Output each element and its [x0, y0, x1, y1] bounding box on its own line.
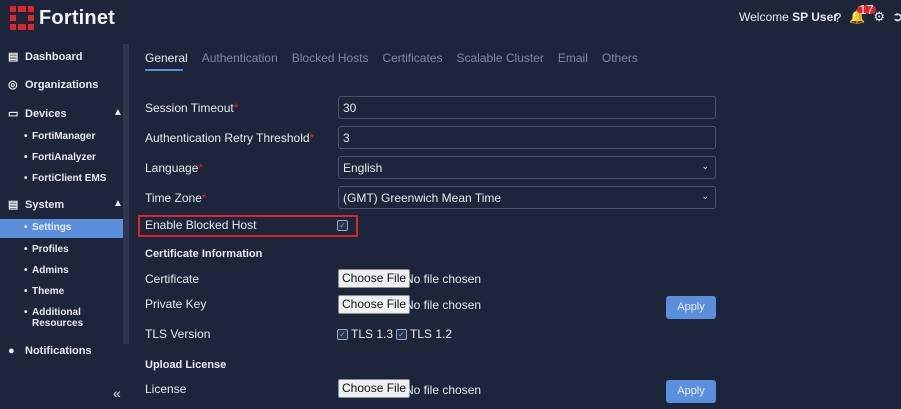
welcome-prefix: Welcome: [739, 10, 789, 24]
devices-chevron-up-icon[interactable]: ▲: [113, 107, 123, 118]
devices-icon: ▭: [8, 108, 19, 120]
language-select[interactable]: English ⌄: [338, 156, 716, 179]
fortinet-logo-icon: [10, 6, 34, 30]
fortinet-logo[interactable]: Fortinet: [10, 6, 115, 30]
sidebar-item-profiles[interactable]: • Profiles: [24, 244, 69, 255]
top-icons: ? 🔔 17 ⚙ ➲: [834, 3, 901, 25]
tab-authentication[interactable]: Authentication: [202, 51, 278, 65]
collapse-sidebar-icon[interactable]: «: [113, 385, 121, 401]
dashboard-icon: ▤: [8, 51, 19, 63]
license-label: License: [145, 382, 187, 396]
top-bar: Fortinet Welcome SP User ? 🔔 17 ⚙ ➲: [0, 0, 901, 35]
license-apply-button[interactable]: Apply: [666, 380, 716, 403]
notification-badge: 17: [857, 2, 876, 17]
chevron-down-icon: ⌄: [701, 161, 709, 171]
language-label: Language*: [145, 161, 204, 175]
sidebar-item-devices[interactable]: ▭ Devices: [8, 107, 67, 121]
sidebar-item-settings[interactable]: • Settings: [24, 222, 71, 233]
brand-name: Fortinet: [39, 6, 116, 29]
timezone-label: Time Zone*: [145, 191, 207, 205]
certificate-label: Certificate: [145, 272, 200, 286]
certificate-choose-file-button[interactable]: Choose File: [338, 269, 411, 288]
private-key-file-status: No file chosen: [405, 298, 482, 312]
tab-email[interactable]: Email: [558, 51, 588, 65]
enable-blocked-host-label: Enable Blocked Host: [145, 218, 257, 232]
tls12-checkbox[interactable]: ✓: [396, 329, 407, 340]
welcome-text: Welcome SP User: [739, 10, 838, 24]
sidebar-item-forticlient-ems[interactable]: • FortiClient EMS: [24, 173, 106, 184]
organizations-icon: ◎: [8, 79, 18, 91]
user-name: SP User: [792, 10, 838, 24]
system-icon: ▤: [8, 199, 19, 211]
sidebar-scrollbar[interactable]: [123, 44, 129, 344]
sidebar-item-fortianalyzer[interactable]: • FortiAnalyzer: [24, 152, 96, 163]
auth-retry-label: Authentication Retry Threshold*: [145, 131, 315, 145]
tab-scalable-cluster[interactable]: Scalable Cluster: [457, 51, 544, 65]
certificate-apply-button[interactable]: Apply: [666, 296, 716, 319]
enable-blocked-host-checkbox[interactable]: ✓: [337, 220, 348, 231]
certificate-file-status: No file chosen: [405, 272, 482, 286]
tab-certificates[interactable]: Certificates: [382, 51, 442, 65]
sidebar-item-fortimanager[interactable]: • FortiManager: [24, 131, 95, 142]
tls13-checkbox[interactable]: ✓: [337, 329, 348, 340]
session-timeout-label: Session Timeout*: [145, 101, 239, 115]
timezone-select[interactable]: (GMT) Greenwich Mean Time ⌄: [338, 186, 716, 209]
license-choose-file-button[interactable]: Choose File: [338, 379, 411, 398]
sidebar-item-admins[interactable]: • Admins: [24, 265, 69, 276]
settings-tabs: General Authentication Blocked Hosts Cer…: [145, 51, 652, 65]
private-key-label: Private Key: [145, 297, 207, 311]
chevron-down-icon: ⌄: [701, 191, 709, 201]
sidebar-item-theme[interactable]: • Theme: [24, 286, 64, 297]
logout-icon[interactable]: ➲: [892, 9, 901, 25]
system-chevron-up-icon[interactable]: ▲: [113, 198, 123, 209]
sidebar-item-dashboard[interactable]: ▤ Dashboard: [8, 50, 82, 64]
auth-retry-input[interactable]: 3: [338, 126, 716, 149]
notifications-icon: ●: [8, 345, 15, 357]
private-key-choose-file-button[interactable]: Choose File: [338, 295, 411, 314]
upload-license-section-title: Upload License: [145, 359, 227, 371]
help-icon[interactable]: ?: [834, 10, 841, 25]
sidebar-item-system[interactable]: ▤ System: [8, 198, 64, 212]
tls13-label: TLS 1.3: [351, 327, 394, 341]
tab-blocked-hosts[interactable]: Blocked Hosts: [292, 51, 369, 65]
sidebar-item-additional-resources[interactable]: • Additional Resources: [24, 307, 83, 329]
sidebar-item-organizations[interactable]: ◎ Organizations: [8, 78, 98, 92]
tls12-label: TLS 1.2: [410, 327, 453, 341]
tab-general[interactable]: General: [145, 51, 188, 65]
session-timeout-input[interactable]: 30: [338, 96, 716, 119]
sidebar-item-notifications[interactable]: ● Notifications: [8, 345, 92, 357]
bell-icon[interactable]: 🔔 17: [849, 3, 876, 25]
tab-others[interactable]: Others: [602, 51, 638, 65]
license-file-status: No file chosen: [405, 383, 482, 397]
active-tab-indicator: [145, 69, 183, 71]
certificate-section-title: Certificate Information: [145, 248, 263, 260]
tls-version-label: TLS Version: [145, 327, 211, 341]
